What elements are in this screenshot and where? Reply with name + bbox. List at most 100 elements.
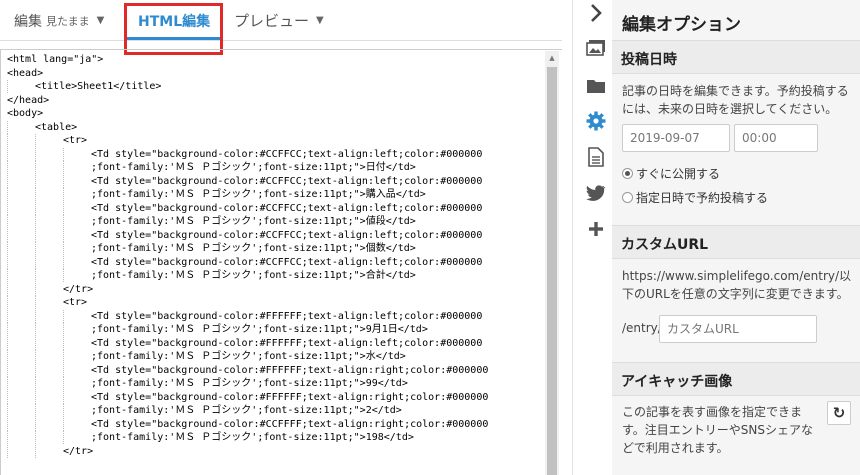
indent-guide <box>35 444 63 458</box>
code-line-text: ;font-family:'ＭＳ Ｐゴシック';font-size:11pt;"… <box>91 189 426 200</box>
indent-guide <box>63 431 91 444</box>
tab-html-edit[interactable]: HTML編集 <box>138 0 210 41</box>
indent-guide <box>7 296 35 309</box>
scroll-thumb[interactable] <box>547 67 557 475</box>
indent-guide <box>7 350 35 363</box>
radio-schedule[interactable]: 指定日時で予約投稿する <box>622 189 768 206</box>
indent-guide <box>35 134 63 147</box>
code-line-text: </tr> <box>63 283 94 295</box>
twitter-icon[interactable] <box>585 182 607 204</box>
code-line: </tr> <box>7 444 542 459</box>
chevron-down-icon: ▼ <box>96 15 105 26</box>
radio-dot <box>622 192 633 203</box>
code-line-text: ;font-family:'ＭＳ Ｐゴシック';font-size:11pt;"… <box>91 378 408 389</box>
code-line: ;font-family:'ＭＳ Ｐゴシック';font-size:11pt;"… <box>7 161 542 175</box>
code-line-text: ;font-family:'ＭＳ Ｐゴシック';font-size:11pt;"… <box>91 162 416 173</box>
indent-guide <box>35 161 63 174</box>
code-line: <table> <box>7 120 542 135</box>
section-custom-url-title: カスタムURL <box>621 237 709 253</box>
code-line-text: <Td style="background-color:#FFFFFF;text… <box>91 337 483 349</box>
code-line: <body> <box>7 107 542 121</box>
indent-guide <box>35 309 63 323</box>
code-line: ;font-family:'ＭＳ Ｐゴシック';font-size:11pt;"… <box>7 242 542 256</box>
indent-guide <box>35 282 63 296</box>
code-line-text: ;font-family:'ＭＳ Ｐゴシック';font-size:11pt;"… <box>91 432 414 443</box>
document-icon[interactable] <box>585 146 607 168</box>
post-time-input[interactable]: 00:00 <box>734 124 818 152</box>
code-textarea[interactable]: <html lang="ja"> <head> <title>Sheet1</tit… <box>0 49 562 475</box>
code-line: <Td style="background-color:#FFFFFF;text… <box>7 390 542 405</box>
edit-options-panel: 編集オプション 投稿日時 記事の日時を編集できます。予約投稿するには、未来の日時… <box>612 0 860 475</box>
folder-icon[interactable] <box>585 75 607 97</box>
code-line-text: ;font-family:'ＭＳ Ｐゴシック';font-size:11pt;"… <box>91 216 416 227</box>
indent-guide <box>35 390 63 404</box>
tab-preview-label: プレビュー <box>234 12 310 30</box>
gear-icon[interactable] <box>585 110 607 132</box>
custom-url-prefix: /entry/ <box>622 321 662 335</box>
indent-guide <box>35 350 63 363</box>
code-line: </tr> <box>7 282 542 297</box>
code-line: <Td style="background-color:#CCFFCC;text… <box>7 147 542 162</box>
indent-guide <box>7 161 35 174</box>
code-line-text: <Td style="background-color:#CCFFCC;text… <box>91 256 483 268</box>
tab-html-edit-label: HTML編集 <box>138 13 211 30</box>
indent-guide <box>7 188 35 201</box>
scroll-up-arrow-icon[interactable]: ▲ <box>545 51 559 65</box>
code-line-text: <tr> <box>63 135 88 146</box>
code-line: <Td style="background-color:#CCFFCC;text… <box>7 201 542 216</box>
custom-url-description: https://www.simplelifego.com/entry/以下のUR… <box>622 269 852 301</box>
code-line: <Td style="background-color:#FFFFFF;text… <box>7 363 542 378</box>
chevron-down-icon: ▼ <box>316 15 324 26</box>
indent-guide <box>7 201 35 215</box>
image-icon[interactable] <box>585 37 607 59</box>
editor-tab-bar: 編集 見たまま ▼ HTML編集 プレビュー ▼ <box>0 0 562 41</box>
code-line: <Td style="background-color:#FFFFFF;text… <box>7 336 542 351</box>
code-line-text: <table> <box>35 121 78 133</box>
code-line: ;font-family:'ＭＳ Ｐゴシック';font-size:11pt;"… <box>7 350 542 364</box>
code-line: <title>Sheet1</title> <box>7 80 542 94</box>
custom-url-input[interactable] <box>659 315 817 343</box>
code-content[interactable]: <html lang="ja"> <head> <title>Sheet1</tit… <box>7 53 542 473</box>
chevron-right-icon[interactable] <box>585 2 607 24</box>
post-date-description: 記事の日時を編集できます。予約投稿するには、未来の日時を選択してください。 <box>622 84 849 116</box>
plus-icon[interactable] <box>585 218 607 240</box>
indent-guide <box>7 431 35 444</box>
indent-guide <box>63 377 91 390</box>
indent-guide <box>63 390 91 404</box>
code-line-text: ;font-family:'ＭＳ Ｐゴシック';font-size:11pt;"… <box>91 324 428 335</box>
indent-guide <box>7 228 35 242</box>
indent-guide <box>63 228 91 242</box>
indent-guide <box>7 363 35 377</box>
code-line: ;font-family:'ＭＳ Ｐゴシック';font-size:11pt;"… <box>7 323 542 337</box>
code-line: ;font-family:'ＭＳ Ｐゴシック';font-size:11pt;"… <box>7 188 542 202</box>
indent-guide <box>7 323 35 336</box>
indent-guide <box>7 255 35 269</box>
indent-guide <box>7 444 35 458</box>
indent-guide <box>7 336 35 350</box>
indent-guide <box>63 404 91 417</box>
indent-guide <box>7 377 35 390</box>
tab-wysiwyg[interactable]: 編集 見たまま ▼ <box>14 0 104 41</box>
indent-guide <box>63 350 91 363</box>
panel-title: 編集オプション <box>622 15 741 35</box>
indent-guide <box>63 336 91 350</box>
refresh-icon[interactable]: ↻ <box>827 401 851 425</box>
section-custom-url-header: カスタムURL <box>612 225 860 259</box>
code-line: ;font-family:'ＭＳ Ｐゴシック';font-size:11pt;"… <box>7 269 542 283</box>
indent-guide <box>35 215 63 228</box>
code-line-text: <Td style="background-color:#CCFFFF;text… <box>91 418 489 430</box>
code-line-text: ;font-family:'ＭＳ Ｐゴシック';font-size:11pt;"… <box>91 270 416 281</box>
tab-preview[interactable]: プレビュー ▼ <box>234 0 324 41</box>
code-line: <Td style="background-color:#FFFFFF;text… <box>7 309 542 324</box>
code-line-text: <Td style="background-color:#FFFFFF;text… <box>91 364 489 376</box>
radio-publish-now[interactable]: すぐに公開する <box>622 165 720 182</box>
html-editor: 編集 見たまま ▼ HTML編集 プレビュー ▼ <html lang="ja"… <box>0 0 562 475</box>
indent-guide <box>35 336 63 350</box>
indent-guide <box>63 323 91 336</box>
code-scrollbar[interactable]: ▲ <box>545 51 559 475</box>
post-date-input[interactable]: 2019-09-07 <box>622 124 730 152</box>
indent-guide <box>35 147 63 161</box>
indent-guide <box>7 215 35 228</box>
indent-guide <box>7 134 35 147</box>
code-line: ;font-family:'ＭＳ Ｐゴシック';font-size:11pt;"… <box>7 377 542 391</box>
